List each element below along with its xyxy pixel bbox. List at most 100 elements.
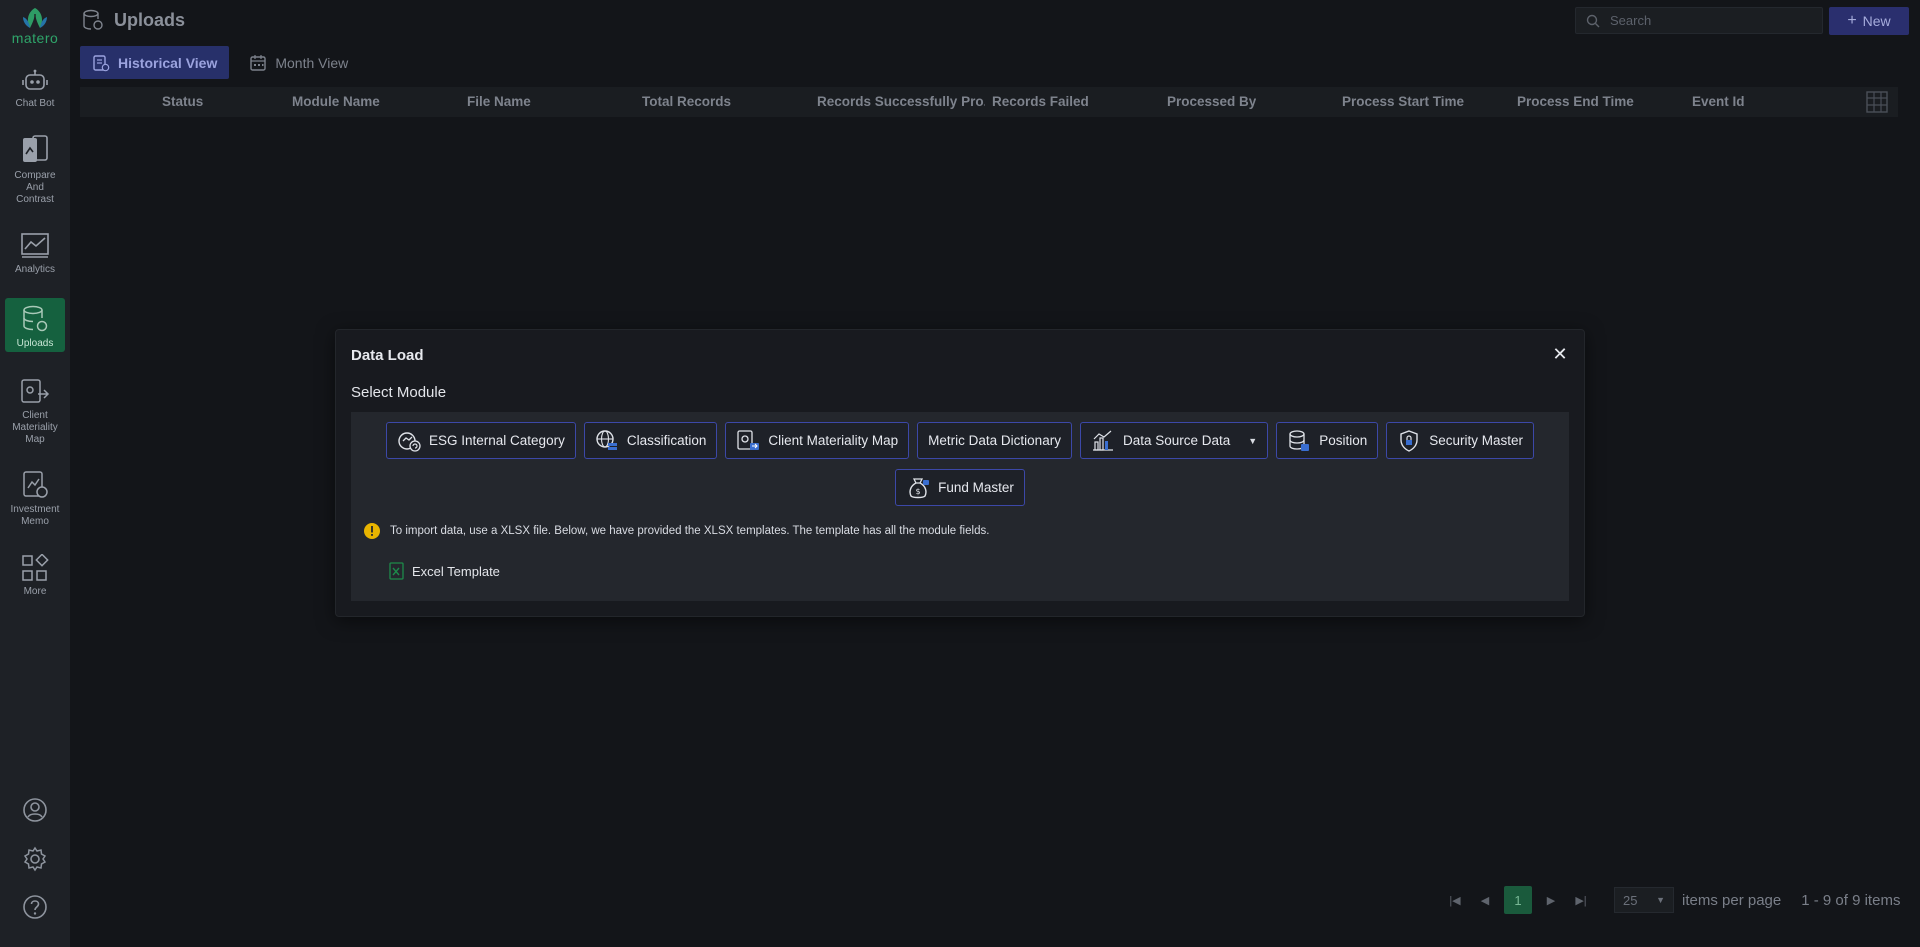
modal-subtitle: Select Module — [351, 384, 447, 401]
sidebar-item-label: Investment Memo — [10, 504, 60, 527]
search-input[interactable] — [1610, 13, 1810, 28]
history-doc-icon — [93, 54, 110, 71]
svg-text:$: $ — [916, 487, 921, 496]
module-metric-data-dictionary-button[interactable]: Metric Data Dictionary — [917, 422, 1072, 459]
sidebar-item-investment-memo[interactable]: Investment Memo — [5, 464, 65, 530]
sidebar-item-label: More — [23, 586, 47, 597]
robot-icon — [22, 69, 48, 90]
sidebar: matero Chat Bot Compare And Contrast Ana… — [0, 0, 70, 947]
first-page-icon[interactable]: |◀ — [1440, 886, 1470, 914]
column-header-total-records[interactable]: Total Records — [642, 87, 731, 117]
shield-lock-icon — [1400, 429, 1418, 452]
user-profile-icon[interactable] — [22, 797, 48, 823]
client-map-icon — [21, 379, 50, 403]
items-per-page-label: items per page — [1682, 891, 1782, 909]
grid-more-icon — [22, 554, 49, 581]
module-label: ESG Internal Category — [429, 433, 565, 448]
module-label: Metric Data Dictionary — [928, 433, 1061, 448]
column-header-status[interactable]: Status — [162, 87, 203, 117]
module-label: Client Materiality Map — [768, 433, 899, 448]
page-title-wrap: Uploads — [82, 9, 185, 31]
client-map-icon — [737, 429, 760, 450]
next-page-icon[interactable]: ▶ — [1536, 886, 1566, 914]
module-row: $ Fund Master — [351, 469, 1569, 506]
compare-icon — [23, 135, 48, 162]
money-bag-icon: $ — [909, 477, 930, 498]
prev-page-icon[interactable]: ◀ — [1470, 886, 1500, 914]
chevron-down-icon: ▼ — [1656, 895, 1665, 905]
info-warning-icon — [364, 523, 380, 539]
sidebar-item-label: Uploads — [16, 338, 54, 349]
page-size-value: 25 — [1623, 892, 1638, 908]
module-fund-master-button[interactable]: $ Fund Master — [895, 469, 1025, 506]
column-header-process-end-time[interactable]: Process End Time — [1517, 87, 1634, 117]
module-data-source-data-button[interactable]: Data Source Data ▼ — [1079, 422, 1269, 459]
globe-stack-icon — [596, 429, 617, 450]
logo-text: matero — [11, 30, 59, 46]
excel-template-label: Excel Template — [412, 563, 500, 579]
column-settings-icon[interactable] — [1866, 91, 1888, 113]
column-header-event-id[interactable]: Event Id — [1692, 87, 1745, 117]
excel-template-link[interactable]: Excel Template — [389, 562, 500, 580]
line-chart-icon — [21, 233, 49, 258]
module-esg-internal-category-button[interactable]: ESG Internal Category — [386, 422, 576, 459]
new-button[interactable]: + New — [1829, 7, 1909, 35]
column-header-module-name[interactable]: Module Name — [292, 87, 380, 117]
column-header-processed-by[interactable]: Processed By — [1167, 87, 1256, 117]
close-icon[interactable]: ✕ — [1550, 344, 1570, 364]
info-text: To import data, use a XLSX file. Below, … — [390, 525, 990, 537]
items-range-label: 1 - 9 of 9 items — [1801, 891, 1901, 909]
column-header-records-successful[interactable]: Records Successfully Pro... — [817, 87, 985, 117]
module-label: Classification — [626, 433, 707, 448]
sidebar-item-label: Analytics — [14, 264, 55, 275]
module-label: Security Master — [1429, 433, 1523, 448]
module-row: ESG Internal Category Classification Cli… — [351, 422, 1569, 459]
sidebar-item-label: Chat Bot — [15, 98, 55, 109]
header: Uploads + New — [70, 0, 1920, 42]
search-box[interactable] — [1575, 7, 1823, 34]
plus-icon: + — [1847, 12, 1857, 29]
page-size-select[interactable]: 25 ▼ — [1614, 887, 1674, 913]
sidebar-item-compare-and-contrast[interactable]: Compare And Contrast — [5, 128, 65, 208]
module-position-button[interactable]: Position — [1276, 422, 1379, 459]
new-button-label: New — [1862, 13, 1891, 29]
logo[interactable]: matero — [0, 6, 70, 46]
pager: |◀ ◀ 1 ▶ ▶| 25 ▼ items per page 1 - 9 of… — [1440, 886, 1900, 914]
info-line: To import data, use a XLSX file. Below, … — [363, 522, 989, 540]
module-label: Position — [1319, 433, 1368, 448]
sidebar-item-client-materiality-map[interactable]: Client Materiality Map — [5, 372, 65, 448]
last-page-icon[interactable]: ▶| — [1566, 886, 1596, 914]
calendar-icon — [250, 54, 267, 71]
column-header-records-failed[interactable]: Records Failed — [992, 87, 1089, 117]
database-upload-icon — [23, 305, 48, 332]
module-classification-button[interactable]: Classification — [583, 422, 718, 459]
tab-label: Historical View — [118, 54, 218, 71]
modal-body: ESG Internal Category Classification Cli… — [351, 412, 1569, 601]
sidebar-item-label: Compare And Contrast — [14, 170, 56, 205]
settings-gear-icon[interactable] — [22, 846, 48, 872]
tab-historical-view[interactable]: Historical View — [80, 46, 230, 79]
help-icon[interactable] — [22, 894, 48, 920]
column-header-process-start-time[interactable]: Process Start Time — [1342, 87, 1464, 117]
module-label: Fund Master — [938, 480, 1014, 495]
page-title: Uploads — [114, 9, 186, 30]
chevron-down-icon[interactable]: ▼ — [1248, 436, 1257, 446]
category-sync-icon — [398, 431, 421, 452]
column-header-file-name[interactable]: File Name — [467, 87, 531, 117]
tab-month-view[interactable]: Month View — [237, 46, 360, 79]
sidebar-item-label: Client Materiality Map — [12, 410, 58, 445]
current-page-button[interactable]: 1 — [1504, 886, 1532, 914]
sidebar-item-chat-bot[interactable]: Chat Bot — [5, 62, 65, 112]
leaf-logo-icon — [23, 8, 47, 30]
sidebar-item-more[interactable]: More — [5, 548, 65, 600]
module-label: Data Source Data — [1122, 433, 1231, 448]
sidebar-item-analytics[interactable]: Analytics — [5, 226, 65, 278]
module-security-master-button[interactable]: Security Master — [1386, 422, 1534, 459]
database-icon — [1289, 429, 1310, 451]
module-client-materiality-map-button[interactable]: Client Materiality Map — [725, 422, 910, 459]
modal-title: Data Load — [351, 347, 424, 364]
memo-icon — [23, 471, 48, 498]
excel-file-icon — [389, 562, 404, 580]
sidebar-item-uploads[interactable]: Uploads — [5, 298, 65, 352]
database-upload-icon — [83, 9, 103, 30]
